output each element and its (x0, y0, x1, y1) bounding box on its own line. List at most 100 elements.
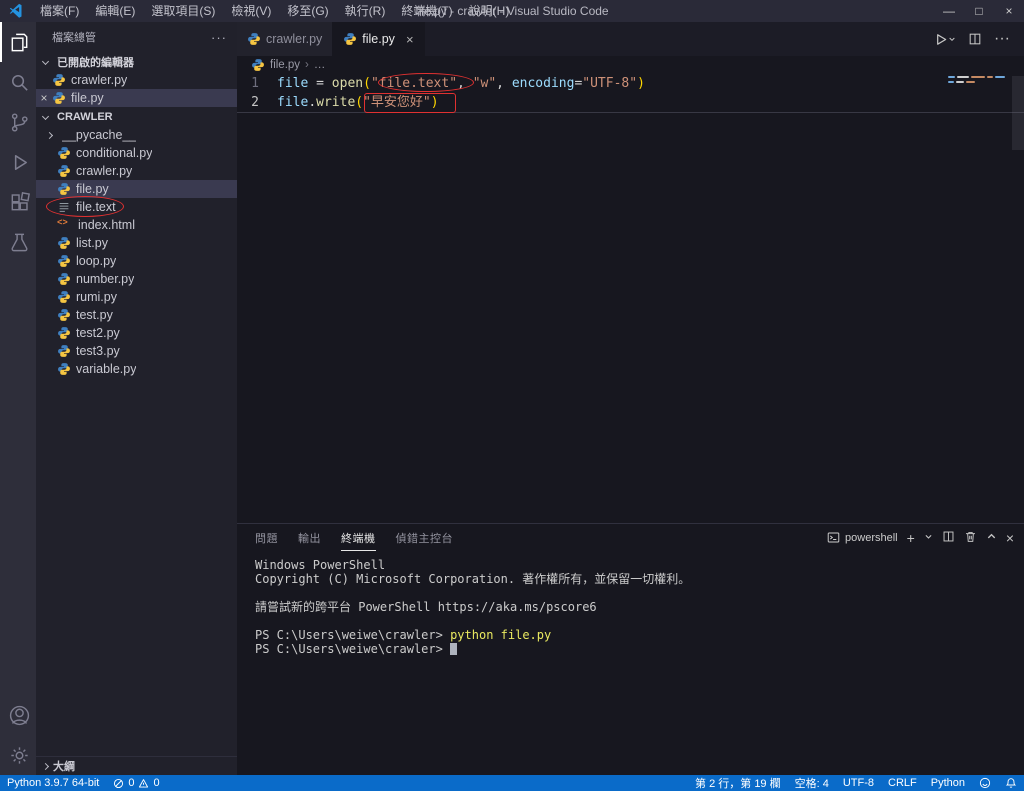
terminal-line: Windows PowerShell (255, 558, 386, 572)
explorer-item-variable.py[interactable]: variable.py (36, 360, 237, 378)
project-tree: __pycache__ conditional.py crawler.py file.… (36, 126, 237, 378)
tab-file.py[interactable]: file.py × (333, 22, 425, 56)
code-editor[interactable]: 1 file = open("file.text", "w", encoding=… (237, 74, 1024, 523)
code-lines: 1 file = open("file.text", "w", encoding=… (237, 74, 1024, 113)
run-debug-icon[interactable] (0, 142, 36, 182)
search-icon[interactable] (0, 62, 36, 102)
language-mode[interactable]: Python (924, 777, 972, 789)
indentation[interactable]: 空格: 4 (788, 775, 836, 791)
menu-執行(R)[interactable]: 執行(R) (337, 0, 394, 22)
explorer-item-test2.py[interactable]: test2.py (36, 324, 237, 342)
terminal-line: Copyright (C) Microsoft Corporation. 著作權… (255, 572, 691, 586)
chevron-down-icon (41, 112, 50, 121)
testing-icon[interactable] (0, 222, 36, 262)
encoding[interactable]: UTF-8 (836, 777, 881, 789)
menu-檢視(V)[interactable]: 檢視(V) (223, 0, 279, 22)
cursor-position[interactable]: 第 2 行，第 19 欄 (688, 775, 788, 791)
open-editor-file.py[interactable]: × file.py (36, 89, 237, 107)
explorer-item-file.py[interactable]: file.py (36, 180, 237, 198)
explorer-item-test3.py[interactable]: test3.py (36, 342, 237, 360)
split-terminal-icon[interactable] (942, 530, 955, 546)
explorer-item-loop.py[interactable]: loop.py (36, 252, 237, 270)
menu-移至(G)[interactable]: 移至(G) (279, 0, 336, 22)
terminal-cursor (450, 643, 458, 655)
outline-section[interactable]: 大綱 (36, 756, 237, 775)
panel-tab-偵錯主控台[interactable]: 偵錯主控台 (396, 525, 454, 551)
split-editor-icon[interactable] (968, 32, 982, 46)
window-title: file.py - crawler - Visual Studio Code (415, 4, 609, 18)
explorer-item-list.py[interactable]: list.py (36, 234, 237, 252)
close-icon[interactable]: × (406, 32, 414, 47)
vscode-logo-icon (9, 3, 22, 18)
chevron-down-icon (41, 57, 50, 66)
tab-crawler.py[interactable]: crawler.py (237, 22, 334, 56)
status-bar: Python 3.9.7 64-bit 0 0 第 2 行，第 19 欄 空格:… (0, 775, 1024, 791)
panel-tab-問題[interactable]: 問題 (255, 525, 278, 551)
maximize-icon[interactable]: □ (964, 0, 994, 22)
panel-header: 問題 輸出 終端機 偵錯主控台 powershell + × (237, 524, 1024, 551)
minimize-icon[interactable]: — (934, 0, 964, 22)
window-controls: — □ × (934, 0, 1024, 22)
terminal-line: PS C:\Users\weiwe\crawler> (255, 642, 1024, 656)
open-editors-header[interactable]: 已開啟的編輯器 (36, 52, 237, 71)
close-icon[interactable]: × (36, 91, 52, 105)
shell-selector[interactable]: powershell (827, 531, 898, 544)
explorer-icon[interactable] (0, 22, 36, 62)
open-editors-list: crawler.py × file.py (36, 71, 237, 107)
minimap[interactable] (948, 76, 1010, 196)
titlebar: 檔案(F) 編輯(E) 選取項目(S) 檢視(V) 移至(G) 執行(R) 終端機(T) 說明… (0, 0, 1024, 22)
account-icon[interactable] (0, 695, 36, 735)
more-actions-icon[interactable]: ··· (994, 30, 1010, 48)
bell-icon[interactable] (998, 777, 1024, 789)
feedback-icon[interactable] (972, 777, 998, 789)
menu-選取項目(S)[interactable]: 選取項目(S) (143, 0, 223, 22)
breadcrumb-more: … (313, 59, 326, 71)
panel-tab-list: 問題 輸出 終端機 偵錯主控台 (255, 525, 473, 551)
trash-icon[interactable] (964, 530, 977, 546)
editor-group: crawler.py file.py × ··· file.py › … 1 file… (237, 22, 1024, 775)
explorer-item-number.py[interactable]: number.py (36, 270, 237, 288)
source-control-icon[interactable] (0, 102, 36, 142)
scrollbar[interactable] (1012, 74, 1024, 271)
menu-編輯(E)[interactable]: 編輯(E) (87, 0, 143, 22)
eol-sequence[interactable]: CRLF (881, 777, 924, 789)
explorer-item-conditional.py[interactable]: conditional.py (36, 144, 237, 162)
extensions-icon[interactable] (0, 182, 36, 222)
chevron-right-icon: › (305, 59, 309, 71)
explorer-item-test.py[interactable]: test.py (36, 306, 237, 324)
explorer-item-index.html[interactable]: <> index.html (36, 216, 237, 234)
problems-status[interactable]: 0 0 (106, 777, 166, 789)
explorer-item-__pycache__[interactable]: __pycache__ (36, 126, 237, 144)
python-interpreter[interactable]: Python 3.9.7 64-bit (0, 777, 106, 789)
editor-tabs: crawler.py file.py × ··· (237, 22, 1024, 56)
new-terminal-icon[interactable]: + (907, 530, 915, 546)
explorer-item-rumi.py[interactable]: rumi.py (36, 288, 237, 306)
menu-檔案(F)[interactable]: 檔案(F) (32, 0, 87, 22)
explorer-item-crawler.py[interactable]: crawler.py (36, 162, 237, 180)
code-line-2: 2 file.write("早安您好") (237, 93, 1024, 113)
terminal[interactable]: Windows PowerShell Copyright (C) Microsof… (237, 551, 1024, 656)
maximize-panel-icon[interactable] (986, 531, 997, 545)
close-icon[interactable]: × (994, 0, 1024, 22)
line-number: 1 (251, 76, 259, 91)
settings-gear-icon[interactable] (0, 735, 36, 775)
explorer-sidebar: 檔案總管 ··· 已開啟的編輯器 crawler.py × file.py CRAW… (36, 22, 237, 775)
terminal-line: 請嘗試新的跨平台 PowerShell https://aka.ms/pscor… (255, 600, 597, 614)
dropdown-icon[interactable] (924, 532, 933, 544)
breadcrumb-file: file.py (270, 59, 301, 71)
open-editor-crawler.py[interactable]: crawler.py (36, 71, 237, 89)
shell-icon (827, 532, 840, 543)
panel-tab-終端機[interactable]: 終端機 (341, 525, 376, 551)
breadcrumb[interactable]: file.py › … (237, 56, 1024, 74)
project-header[interactable]: CRAWLER (36, 107, 237, 126)
more-actions-icon[interactable]: ··· (211, 30, 227, 45)
close-panel-icon[interactable]: × (1006, 530, 1014, 546)
panel-tab-輸出[interactable]: 輸出 (298, 525, 321, 551)
code-line-1: 1 file = open("file.text", "w", encoding=… (237, 74, 1024, 93)
explorer-item-file.text[interactable]: file.text (36, 198, 237, 216)
python-icon (252, 59, 264, 71)
panel: 問題 輸出 終端機 偵錯主控台 powershell + × Windows Powe… (237, 523, 1024, 775)
run-icon[interactable] (933, 32, 956, 47)
